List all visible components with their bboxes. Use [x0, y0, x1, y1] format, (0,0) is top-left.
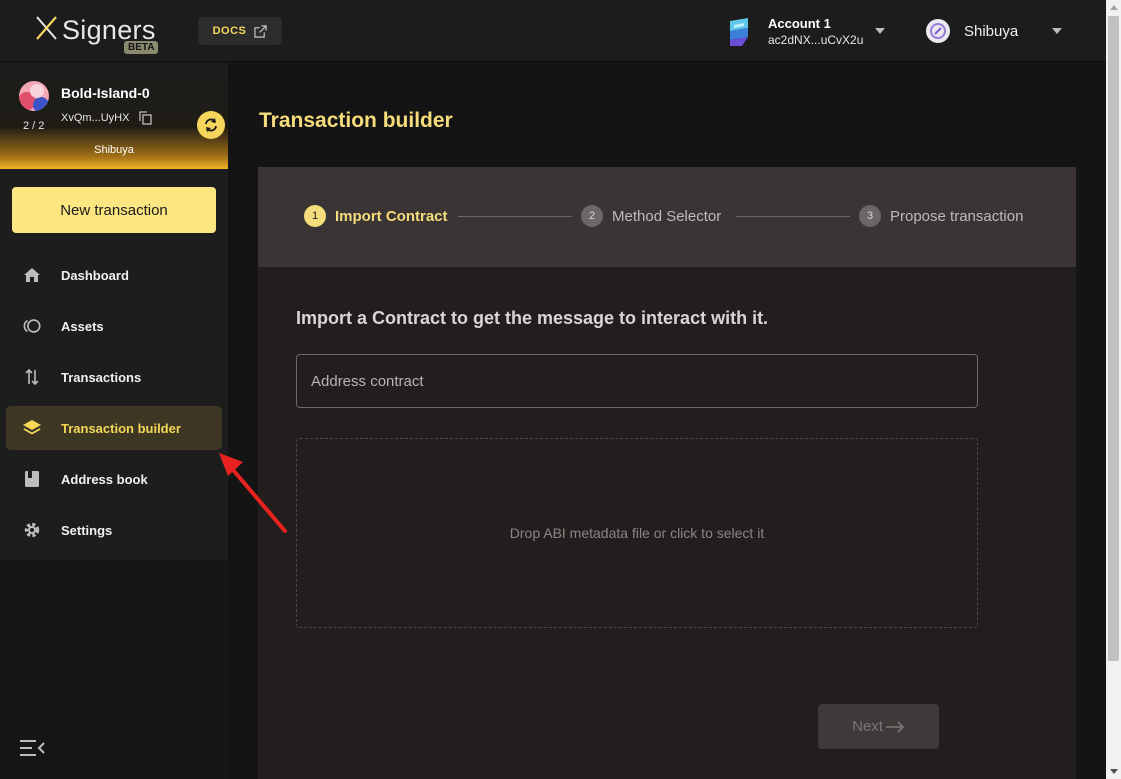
- step-connector: [736, 216, 850, 217]
- sidebar-item-label: Settings: [61, 522, 113, 538]
- scroll-thumb[interactable]: [1108, 16, 1119, 661]
- safe-name: Bold-Island-0: [61, 85, 150, 101]
- dropzone-text: Drop ABI metadata file or click to selec…: [509, 525, 765, 541]
- stepper: 1 Import Contract 2 Method Selector 3 Pr…: [258, 167, 1076, 267]
- sidebar-item-address-book[interactable]: Address book: [6, 457, 222, 501]
- docs-label: DOCS: [212, 25, 247, 37]
- address-contract-input[interactable]: [296, 354, 978, 408]
- sidebar-item-transactions[interactable]: Transactions: [6, 355, 222, 399]
- shibuya-network-icon: [926, 19, 950, 43]
- scroll-up-arrow-icon[interactable]: [1110, 5, 1118, 10]
- sidebar-item-label: Dashboard: [61, 267, 129, 283]
- step-number: 2: [581, 205, 603, 227]
- top-bar: Signers BETA DOCS Account 1 ac2dNX...uCv…: [0, 0, 1106, 62]
- xsigners-logo-icon: [36, 16, 57, 40]
- network-selector[interactable]: Shibuya: [926, 19, 1062, 43]
- account-selector[interactable]: Account 1 ac2dNX...uCvX2u: [728, 15, 885, 49]
- sidebar-item-label: Transaction builder: [61, 420, 181, 436]
- safe-threshold: 2 / 2: [23, 120, 45, 132]
- sidebar: 2 / 2 Bold-Island-0 XvQm...UyHX Shibuya …: [0, 63, 228, 779]
- safe-network-label: Shibuya: [94, 144, 134, 156]
- external-link-icon: [254, 24, 268, 38]
- home-icon: [22, 265, 42, 285]
- safe-address: XvQm...UyHX: [61, 112, 130, 124]
- sidebar-item-label: Assets: [61, 318, 104, 334]
- sidebar-item-transaction-builder[interactable]: Transaction builder: [6, 406, 222, 450]
- sidebar-item-assets[interactable]: Assets: [6, 304, 222, 348]
- annotation-arrow-icon: [219, 453, 287, 533]
- step-label: Propose transaction: [890, 207, 1024, 225]
- collapse-sidebar-icon[interactable]: [19, 738, 47, 758]
- step-method-selector: 2 Method Selector: [581, 205, 721, 227]
- swap-icon: [205, 118, 217, 132]
- beta-badge: BETA: [124, 41, 159, 54]
- abi-dropzone[interactable]: Drop ABI metadata file or click to selec…: [296, 438, 978, 628]
- safe-avatar[interactable]: [19, 81, 49, 111]
- builder-panel: 1 Import Contract 2 Method Selector 3 Pr…: [258, 167, 1076, 779]
- gear-icon: [22, 520, 42, 540]
- sidebar-item-label: Address book: [61, 471, 148, 487]
- step-number: 1: [304, 205, 326, 227]
- layers-icon: [22, 418, 42, 438]
- import-heading: Import a Contract to get the message to …: [296, 308, 769, 328]
- book-icon: [22, 469, 42, 489]
- sidebar-item-dashboard[interactable]: Dashboard: [6, 253, 222, 297]
- account-name: Account 1: [768, 16, 831, 31]
- account-address: ac2dNX...uCvX2u: [768, 33, 864, 47]
- step-number: 3: [859, 205, 881, 227]
- new-transaction-button[interactable]: New transaction: [12, 187, 216, 233]
- transfer-arrows-icon: [22, 367, 42, 387]
- next-label: Next: [852, 718, 883, 735]
- step-import-contract: 1 Import Contract: [304, 205, 448, 227]
- page-scrollbar[interactable]: [1106, 0, 1121, 779]
- safe-card: 2 / 2 Bold-Island-0 XvQm...UyHX Shibuya: [0, 63, 228, 169]
- account-avatar-icon: [730, 18, 748, 46]
- step-label: Import Contract: [335, 207, 448, 225]
- arrow-right-icon: [885, 720, 905, 733]
- chevron-down-icon: [1052, 28, 1062, 34]
- sidebar-item-label: Transactions: [61, 369, 142, 385]
- step-propose-transaction: 3 Propose transaction: [859, 205, 1023, 227]
- chevron-down-icon: [875, 28, 885, 34]
- sidebar-item-settings[interactable]: Settings: [6, 508, 222, 552]
- page-title: Transaction builder: [259, 109, 453, 132]
- step-label: Method Selector: [612, 207, 722, 225]
- network-name: Shibuya: [964, 22, 1019, 40]
- copy-icon[interactable]: [139, 111, 152, 125]
- sidebar-nav: Dashboard Assets Transactions Transactio…: [0, 253, 228, 559]
- assets-icon: [22, 316, 42, 336]
- scroll-down-arrow-icon[interactable]: [1110, 769, 1118, 774]
- docs-button[interactable]: DOCS: [198, 17, 282, 45]
- step-connector: [458, 216, 572, 217]
- next-button[interactable]: Next: [818, 704, 939, 749]
- switch-safe-button[interactable]: [197, 111, 225, 139]
